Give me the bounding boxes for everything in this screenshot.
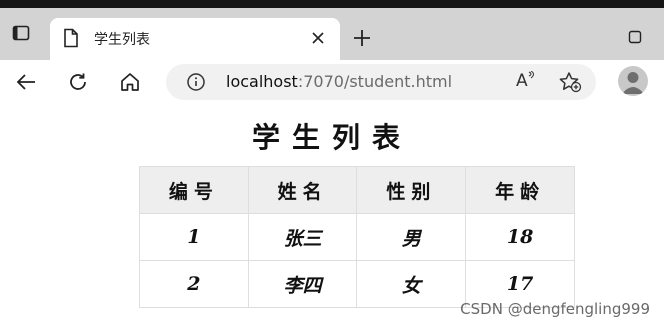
cell-id: 2 — [139, 260, 249, 308]
tab-switcher-icon[interactable] — [8, 20, 34, 46]
window-top-strip — [0, 0, 664, 8]
page-content: 学生列表 编号 姓名 性别 年龄 1 张三 男 18 2 李四 女 17 CSD… — [0, 104, 664, 328]
read-aloud-icon[interactable]: A — [516, 70, 540, 93]
active-tab[interactable]: 学生列表 — [50, 18, 340, 60]
cell-id: 1 — [139, 213, 249, 261]
header-gender: 性别 — [356, 166, 467, 214]
student-table: 编号 姓名 性别 年龄 1 张三 男 18 2 李四 女 17 — [139, 166, 575, 308]
header-name: 姓名 — [247, 166, 358, 214]
plus-icon[interactable] — [348, 24, 376, 52]
reload-icon[interactable] — [62, 66, 94, 98]
address-bar[interactable]: localhost:7070/student.html A — [166, 64, 596, 100]
cell-name: 张三 — [247, 213, 358, 261]
header-age: 年龄 — [465, 166, 575, 214]
cell-age: 18 — [465, 213, 575, 261]
cell-gender: 男 — [356, 213, 467, 261]
add-favorite-icon[interactable] — [558, 71, 582, 93]
info-icon[interactable] — [186, 72, 206, 92]
header-id: 编号 — [139, 166, 249, 214]
tab-bar: 学生列表 — [0, 8, 664, 60]
table-header-row: 编号 姓名 性别 年龄 — [139, 166, 575, 214]
restore-window-icon[interactable] — [624, 26, 646, 48]
page-title: 学生列表 — [251, 121, 412, 154]
tab-title: 学生列表 — [94, 32, 150, 48]
url-text[interactable]: localhost:7070/student.html — [226, 72, 452, 91]
read-aloud-glyph: A — [516, 71, 528, 91]
document-icon — [64, 28, 78, 48]
cell-gender: 女 — [356, 260, 467, 308]
browser-toolbar: localhost:7070/student.html A — [0, 60, 664, 104]
back-arrow-icon[interactable] — [10, 66, 42, 98]
cell-name: 李四 — [247, 260, 358, 308]
table-row: 1 张三 男 18 — [139, 213, 575, 261]
csdn-watermark: CSDN @dengfengling999 — [460, 300, 650, 318]
profile-avatar-icon[interactable] — [618, 66, 648, 96]
home-icon[interactable] — [114, 66, 146, 98]
url-host: localhost — [226, 72, 298, 91]
close-icon[interactable] — [306, 26, 330, 50]
url-path: :7070/student.html — [297, 72, 453, 91]
